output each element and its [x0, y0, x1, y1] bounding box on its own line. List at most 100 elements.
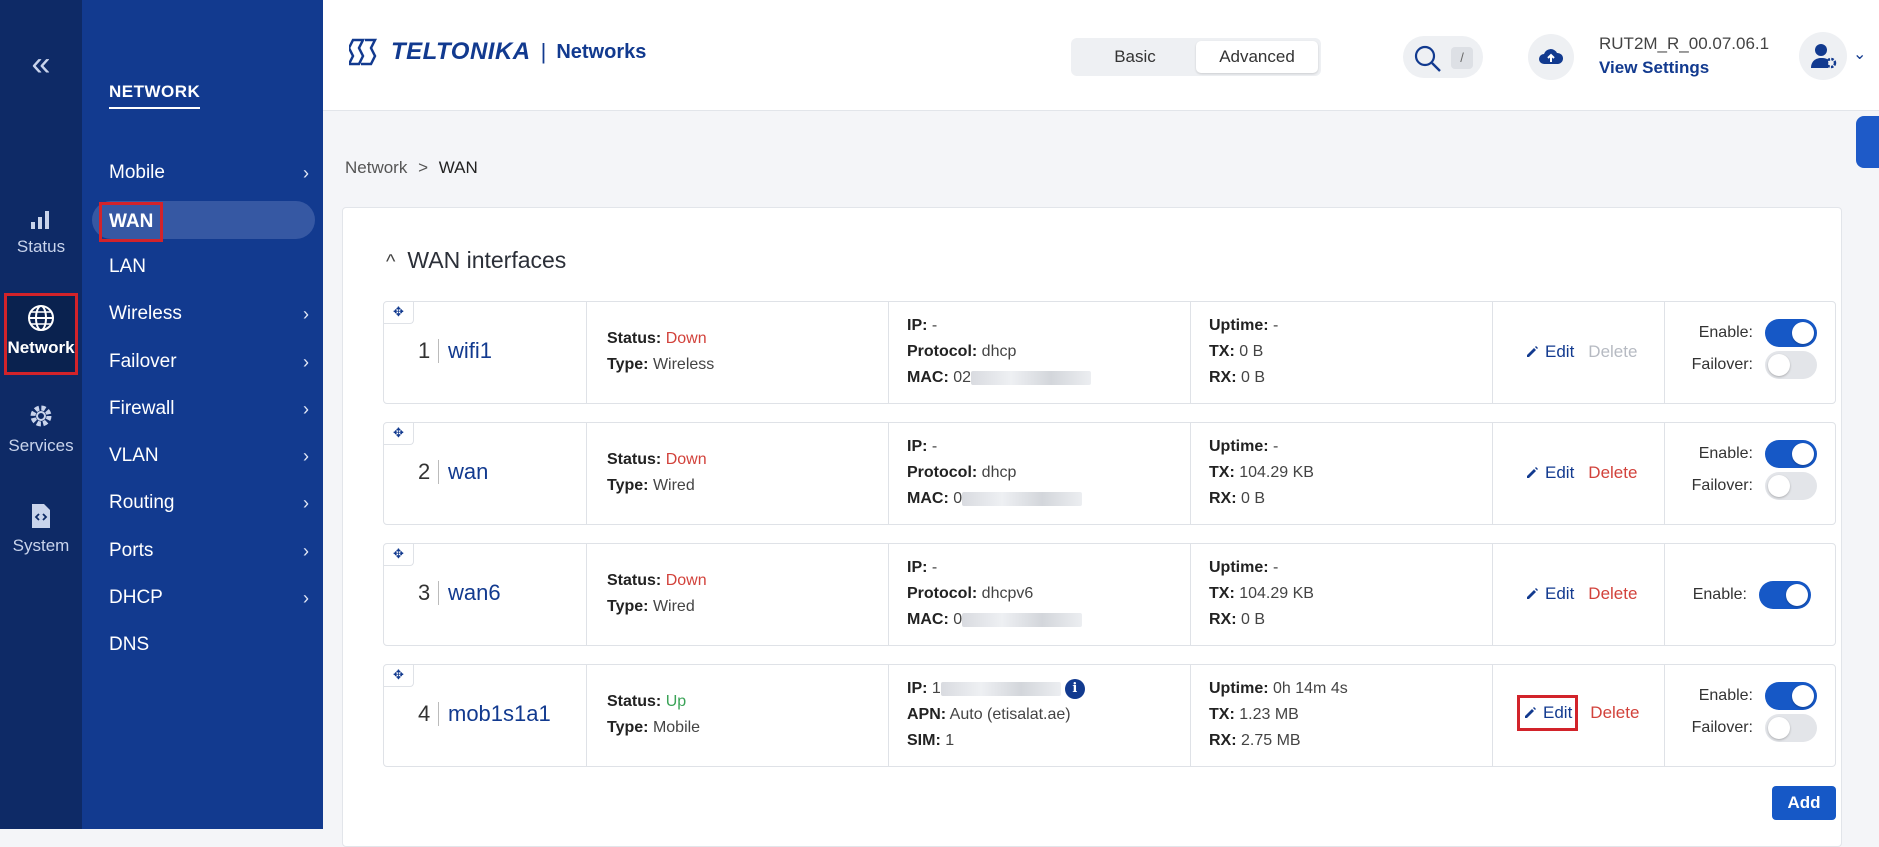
- nav-item-vlan[interactable]: VLAN ›: [109, 438, 309, 474]
- enable-toggle[interactable]: [1759, 581, 1811, 609]
- edit-button[interactable]: Edit: [1523, 338, 1576, 366]
- failover-toggle[interactable]: [1765, 351, 1817, 379]
- rail-item-label: Status: [16, 237, 66, 256]
- ip-label: IP:: [907, 680, 928, 697]
- uptime-value: -: [1273, 317, 1279, 334]
- teltonika-mark-icon: [349, 38, 378, 66]
- protocol-value: dhcpv6: [981, 585, 1034, 602]
- row-traffic-cell: Uptime: - TX: 104.29 KB RX: 0 B: [1191, 544, 1493, 645]
- protocol-label: Protocol:: [907, 464, 978, 481]
- failover-toggle[interactable]: [1765, 472, 1817, 500]
- rx-label: RX:: [1209, 490, 1237, 507]
- status-label: Status:: [607, 451, 662, 468]
- row-toggles: Enable: Failover:: [1687, 681, 1817, 743]
- enable-toggle[interactable]: [1765, 440, 1817, 468]
- view-settings-link[interactable]: View Settings: [1599, 58, 1769, 78]
- row-index: 3: [418, 581, 440, 605]
- teltonika-logo[interactable]: TELTONIKA | Networks: [349, 38, 646, 66]
- row-status-cell: Status: Down Type: Wired: [587, 423, 889, 524]
- row-actions: Edit Delete: [1523, 580, 1637, 608]
- edit-button[interactable]: Edit: [1517, 695, 1579, 731]
- row-traffic-cell: Uptime: - TX: 0 B RX: 0 B: [1191, 302, 1493, 403]
- sim-label: SIM:: [907, 732, 941, 749]
- rx-value: 0 B: [1241, 490, 1266, 507]
- firmware-update-button[interactable]: [1528, 34, 1574, 80]
- rail-item-services[interactable]: Services: [4, 402, 78, 484]
- rail-item-label: System: [12, 536, 70, 555]
- nav-item-failover[interactable]: Failover ›: [109, 344, 309, 380]
- icon-rail: « Status Network Services System: [0, 0, 82, 829]
- chevron-right-icon: ›: [303, 352, 309, 372]
- collapse-sidebar-button[interactable]: «: [0, 44, 82, 84]
- row-traffic-cell: Uptime: - TX: 104.29 KB RX: 0 B: [1191, 423, 1493, 524]
- edit-button[interactable]: Edit: [1523, 459, 1576, 487]
- enable-toggle[interactable]: [1765, 319, 1817, 347]
- edit-label: Edit: [1545, 342, 1575, 361]
- enable-toggle[interactable]: [1765, 682, 1817, 710]
- failover-toggle[interactable]: [1765, 714, 1817, 742]
- mac-value: 02: [953, 369, 972, 386]
- user-settings-icon: [1811, 44, 1837, 69]
- rail-item-system[interactable]: System: [4, 502, 78, 584]
- top-header: TELTONIKA | Networks Basic Advanced / RU…: [323, 0, 1879, 111]
- row-ip-cell: IP: - Protocol: dhcpv6 MAC: 0: [889, 544, 1191, 645]
- rail-item-status[interactable]: Status: [4, 205, 78, 287]
- wan-row-wan: ✥ 2 wan Status: Down Type: Wired IP: - P…: [383, 422, 1836, 525]
- info-icon[interactable]: i: [1064, 678, 1085, 699]
- uptime-value: -: [1273, 559, 1279, 576]
- sim-value: 1: [945, 732, 955, 749]
- rail-item-network[interactable]: Network: [4, 293, 78, 375]
- mode-basic-button[interactable]: Basic: [1074, 41, 1196, 73]
- delete-button[interactable]: Delete: [1590, 703, 1639, 723]
- firmware-info: RUT2M_R_00.07.06.1 View Settings: [1599, 34, 1769, 78]
- chevron-right-icon: ›: [303, 493, 309, 513]
- nav-item-dns[interactable]: DNS: [109, 627, 309, 663]
- uptime-label: Uptime:: [1209, 680, 1269, 697]
- mac-label: MAC:: [907, 611, 949, 628]
- edit-label: Edit: [1543, 703, 1573, 722]
- side-panel-toggle[interactable]: [1856, 116, 1879, 168]
- nav-item-ports[interactable]: Ports ›: [109, 533, 309, 569]
- enable-label: Enable:: [1692, 586, 1747, 603]
- type-label: Type:: [607, 598, 649, 615]
- delete-button[interactable]: Delete: [1588, 342, 1637, 362]
- status-label: Status:: [607, 693, 662, 710]
- rail-item-label: Network: [7, 338, 75, 357]
- row-status-cell: Status: Down Type: Wireless: [587, 302, 889, 403]
- nav-item-wan[interactable]: WAN: [99, 202, 309, 242]
- section-header[interactable]: ^ WAN interfaces: [386, 247, 566, 274]
- nav-item-routing[interactable]: Routing ›: [109, 485, 309, 521]
- nav-item-lan[interactable]: LAN: [109, 249, 309, 285]
- chevron-right-icon: ›: [303, 588, 309, 608]
- search-button[interactable]: /: [1403, 36, 1483, 78]
- signal-bars-icon: [31, 211, 49, 229]
- section-title: WAN interfaces: [407, 247, 567, 273]
- edit-button[interactable]: Edit: [1523, 580, 1576, 608]
- type-value: Wired: [652, 598, 695, 615]
- brand-sub: Networks: [556, 40, 647, 63]
- interface-name: mob1s1a1: [448, 701, 551, 726]
- nav-item-wireless[interactable]: Wireless ›: [109, 296, 309, 332]
- breadcrumb-network[interactable]: Network: [345, 158, 407, 177]
- delete-button[interactable]: Delete: [1588, 463, 1637, 483]
- add-button[interactable]: Add: [1772, 786, 1836, 820]
- tx-value: 1.23 MB: [1239, 706, 1299, 723]
- nav-item-firewall[interactable]: Firewall ›: [109, 391, 309, 427]
- row-index: 4: [418, 702, 440, 726]
- user-menu-button[interactable]: [1799, 32, 1847, 80]
- status-value: Down: [665, 451, 707, 468]
- breadcrumb-separator: >: [418, 158, 429, 177]
- type-label: Type:: [607, 477, 649, 494]
- mac-value: 0: [953, 611, 963, 628]
- row-name-cell: 4 mob1s1a1: [384, 665, 587, 766]
- redacted-mac: [962, 612, 1083, 627]
- chevron-down-icon[interactable]: ⌄: [1853, 44, 1866, 64]
- cloud-upload-icon: [1539, 49, 1564, 64]
- tx-label: TX:: [1209, 585, 1235, 602]
- delete-button[interactable]: Delete: [1588, 584, 1637, 604]
- row-name-cell: 2 wan: [384, 423, 587, 524]
- nav-item-mobile[interactable]: Mobile ›: [109, 155, 309, 191]
- chevron-right-icon: ›: [303, 399, 309, 419]
- nav-item-dhcp[interactable]: DHCP ›: [109, 580, 309, 616]
- mode-advanced-button[interactable]: Advanced: [1196, 41, 1318, 73]
